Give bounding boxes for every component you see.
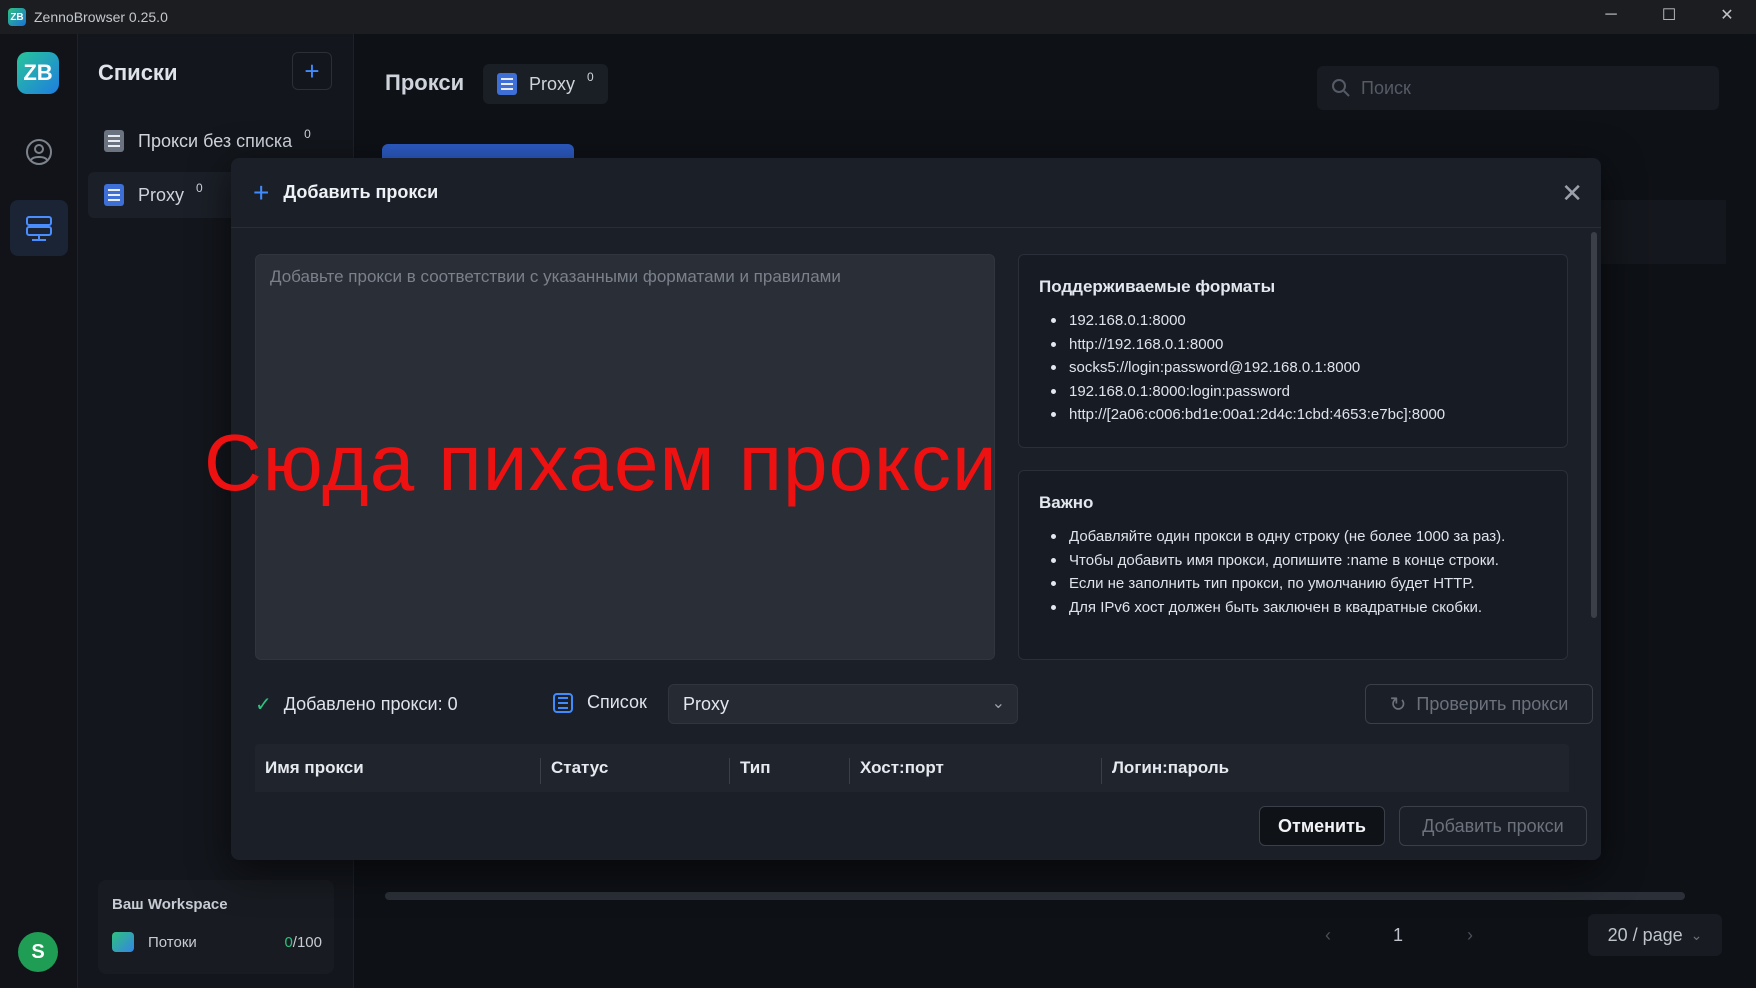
format-item: socks5://login:password@192.168.0.1:8000 <box>1039 356 1547 380</box>
column-header[interactable]: Имя прокси <box>255 744 364 792</box>
close-icon[interactable]: ✕ <box>1561 178 1583 209</box>
formats-heading: Поддерживаемые форматы <box>1039 277 1276 296</box>
add-proxy-modal: + Добавить прокси ✕ Добавьте прокси в со… <box>204 158 1601 860</box>
added-counter: ✓ Добавлено прокси: 0 <box>255 692 458 717</box>
streams-label: Потоки <box>148 933 197 951</box>
close-window-button[interactable]: ✕ <box>1698 0 1756 30</box>
search-icon <box>1332 79 1350 97</box>
cancel-button[interactable]: Отменить <box>1259 806 1385 846</box>
rule-item: Чтобы добавить имя прокси, допишите :nam… <box>1039 549 1547 573</box>
list-item-count: 0 <box>196 181 203 195</box>
modal-header: + Добавить прокси ✕ <box>231 158 1601 228</box>
chevron-down-icon: ⌄ <box>1690 926 1703 943</box>
document-icon <box>104 184 124 206</box>
chip-count: 0 <box>587 70 594 84</box>
annotation-overlay-text: Сюда пихаем прокси <box>204 418 998 507</box>
maximize-button[interactable]: ☐ <box>1640 0 1698 30</box>
modal-scrollbar[interactable] <box>1591 232 1597 618</box>
workspace-card: Ваш Workspace Потоки 0 /100 <box>98 880 334 974</box>
list-item-count: 0 <box>304 127 311 141</box>
column-header[interactable]: Логин:пароль <box>1102 744 1229 792</box>
horizontal-scrollbar[interactable] <box>385 892 1685 900</box>
proxies-nav-button[interactable] <box>10 200 68 256</box>
window-title: ZennoBrowser 0.25.0 <box>34 9 168 25</box>
nav-rail: ZB S <box>0 34 78 988</box>
streams-icon <box>112 932 134 952</box>
add-list-button[interactable]: + <box>292 52 332 90</box>
list-item-label: Прокси без списка <box>138 130 293 151</box>
workspace-title: Ваш Workspace <box>112 896 228 913</box>
table-row-ghost <box>1599 200 1726 264</box>
list-icon <box>553 692 573 713</box>
search-input[interactable]: Поиск <box>1317 66 1719 110</box>
current-list-chip: Proxy 0 <box>483 64 608 104</box>
check-icon: ✓ <box>255 694 272 716</box>
page-title: Прокси <box>385 70 465 95</box>
format-item: http://[2a06:c006:bd1e:00a1:2d4c:1cbd:46… <box>1039 403 1547 427</box>
modal-title: Добавить прокси <box>283 182 439 202</box>
title-bar: ZB ZennoBrowser 0.25.0 ─ ☐ ✕ <box>0 0 1756 34</box>
controls-row: ✓ Добавлено прокси: 0 Список Proxy ⌄ ↻ П… <box>255 684 1593 724</box>
rule-item: Добавляйте один прокси в одну строку (не… <box>1039 525 1547 549</box>
check-proxy-label: Проверить прокси <box>1416 693 1569 714</box>
list-select-value: Proxy <box>683 693 730 714</box>
server-icon <box>26 216 52 241</box>
important-heading: Важно <box>1039 493 1094 512</box>
current-page[interactable]: 1 <box>1383 914 1413 956</box>
list-label: Список <box>553 692 647 713</box>
user-circle-icon <box>26 139 52 165</box>
search-placeholder: Поиск <box>1361 77 1411 98</box>
brand-logo: ZB <box>17 52 59 94</box>
important-panel: Важно Добавляйте один прокси в одну стро… <box>1018 470 1568 660</box>
list-select[interactable]: Proxy ⌄ <box>668 684 1018 724</box>
format-item: http://192.168.0.1:8000 <box>1039 333 1547 357</box>
textarea-placeholder: Добавьте прокси в соответствии с указанн… <box>270 267 841 286</box>
plus-icon: + <box>253 176 270 208</box>
streams-used: 0 <box>284 933 293 951</box>
app-logo-icon: ZB <box>8 8 26 26</box>
document-icon <box>104 130 124 152</box>
rule-item: Если не заполнить тип прокси, по умолчан… <box>1039 572 1547 596</box>
check-proxy-button[interactable]: ↻ Проверить прокси <box>1365 684 1593 724</box>
next-page-button[interactable]: › <box>1455 914 1485 956</box>
column-header[interactable]: Статус <box>541 744 608 792</box>
add-proxy-button[interactable]: Добавить прокси <box>1399 806 1587 846</box>
proxy-textarea[interactable]: Добавьте прокси в соответствии с указанн… <box>204 254 997 660</box>
streams-row: Потоки 0 /100 <box>112 932 322 952</box>
page-size-select[interactable]: 20 / page ⌄ <box>1588 914 1722 956</box>
user-avatar[interactable]: S <box>18 932 58 972</box>
refresh-icon: ↻ <box>1389 693 1407 716</box>
column-header[interactable]: Хост:порт <box>850 744 944 792</box>
list-label-text: Список <box>587 692 647 712</box>
list-item-label: Proxy <box>138 184 185 205</box>
format-item: 192.168.0.1:8000 <box>1039 309 1547 333</box>
chip-label: Proxy <box>529 73 576 94</box>
formats-panel: Поддерживаемые форматы 192.168.0.1:8000 … <box>1018 254 1568 448</box>
profiles-nav-button[interactable] <box>10 124 68 180</box>
added-label: Добавлено прокси: 0 <box>283 694 458 714</box>
lists-heading: Списки <box>98 60 178 85</box>
page-size-value: 20 / page <box>1607 924 1683 945</box>
streams-total: /100 <box>292 933 322 951</box>
column-header[interactable]: Тип <box>730 744 770 792</box>
proxy-table-header: Имя прокси Статус Тип Хост:порт Логин:па… <box>255 744 1569 792</box>
prev-page-button[interactable]: ‹ <box>1313 914 1343 956</box>
document-icon <box>497 73 517 95</box>
minimize-button[interactable]: ─ <box>1582 0 1640 30</box>
format-item: 192.168.0.1:8000:login:password <box>1039 380 1547 404</box>
add-proxy-main-button[interactable] <box>382 144 574 158</box>
chevron-down-icon: ⌄ <box>991 695 1005 712</box>
rule-item: Для IPv6 хост должен быть заключен в ква… <box>1039 596 1547 620</box>
